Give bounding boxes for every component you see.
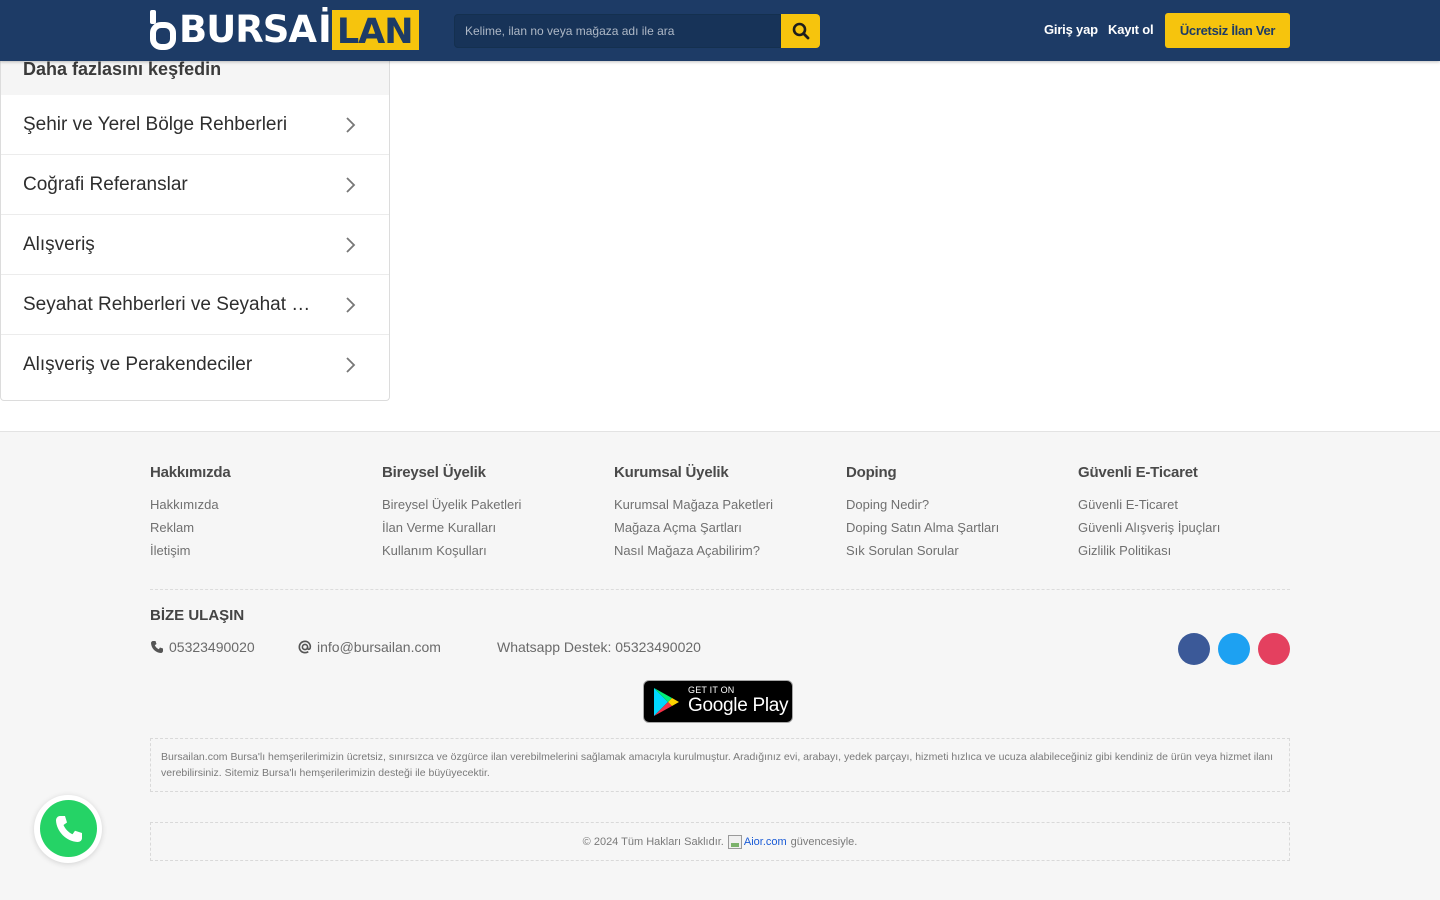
- google-play-badge[interactable]: GET IT ON Google Play: [643, 680, 793, 723]
- footer-link[interactable]: İletişim: [150, 539, 370, 562]
- footer-column-about: Hakkımızda Hakkımızda Reklam İletişim: [150, 464, 370, 562]
- chevron-right-icon: [346, 296, 356, 313]
- footer-link[interactable]: Güvenli E-Ticaret: [1078, 493, 1298, 516]
- register-link[interactable]: Kayıt ol: [1108, 22, 1154, 37]
- search-icon: [792, 22, 809, 40]
- panel-item-geo-references[interactable]: Coğrafi Referanslar: [1, 155, 389, 215]
- chevron-right-icon: [346, 357, 356, 373]
- broken-image-icon: [727, 834, 742, 849]
- whatsapp-float-button[interactable]: [34, 795, 102, 863]
- panel-item-travel-guides[interactable]: Seyahat Rehberleri ve Seyahat Günl...: [1, 275, 389, 335]
- whatsapp-phone-icon: [55, 815, 82, 842]
- panel-item-shopping[interactable]: Alışveriş: [1, 215, 389, 275]
- twitter-icon[interactable]: [1218, 633, 1250, 665]
- google-play-small-text: GET IT ON: [688, 685, 735, 695]
- phone-icon: [151, 641, 163, 653]
- footer-column-title: Bireysel Üyelik: [382, 464, 486, 481]
- chevron-right-icon: [346, 116, 356, 133]
- aior-alt-text: Aior.com: [743, 835, 787, 848]
- google-play-big-text: Google Play: [688, 695, 789, 716]
- contact-phone-text: 05323490020: [169, 639, 255, 655]
- login-link[interactable]: Giriş yap: [1044, 22, 1098, 37]
- footer-link[interactable]: İlan Verme Kuralları: [382, 516, 602, 539]
- panel-item-label: Alışveriş ve Perakendeciler: [23, 354, 253, 375]
- footer-link[interactable]: Doping Nedir?: [846, 493, 1066, 516]
- contact-email-text: info@bursailan.com: [317, 639, 441, 655]
- panel-item-retailers[interactable]: Alışveriş ve Perakendeciler: [1, 335, 389, 395]
- footer-column-corporate: Kurumsal Üyelik Kurumsal Mağaza Paketler…: [614, 464, 834, 562]
- panel-item-label: Seyahat Rehberleri ve Seyahat Günl...: [23, 293, 323, 315]
- discover-more-panel: Daha fazlasını keşfedin Şehir ve Yerel B…: [0, 55, 390, 401]
- site-header: BURSA İ LAN Giriş yap Kayıt ol Ücretsiz …: [0, 0, 1440, 61]
- footer-column-individual: Bireysel Üyelik Bireysel Üyelik Paketler…: [382, 464, 602, 562]
- contact-whatsapp[interactable]: Whatsapp Destek: 05323490020: [497, 639, 701, 655]
- contact-title: BİZE ULAŞIN: [150, 607, 245, 624]
- site-footer: Hakkımızda Hakkımızda Reklam İletişim Bi…: [0, 431, 1440, 900]
- logo-text-i: İ: [318, 8, 332, 51]
- footer-link[interactable]: Reklam: [150, 516, 370, 539]
- footer-link[interactable]: Sık Sorulan Sorular: [846, 539, 1066, 562]
- footer-column-title: Güvenli E-Ticaret: [1078, 464, 1198, 481]
- contact-phone[interactable]: 05323490020: [150, 639, 255, 655]
- footer-column-title: Doping: [846, 464, 897, 481]
- footer-link[interactable]: Kullanım Koşulları: [382, 539, 602, 562]
- instagram-icon[interactable]: [1258, 633, 1290, 665]
- copyright-text: © 2024 Tüm Hakları Saklıdır.: [582, 835, 724, 848]
- guvence-text: güvencesiyle.: [790, 835, 858, 848]
- chevron-right-icon: [346, 236, 356, 253]
- panel-item-label: Şehir ve Yerel Bölge Rehberleri: [23, 113, 288, 135]
- footer-divider: [150, 589, 1290, 590]
- about-text: Bursailan.com Bursa'lı hemşerilerimizin …: [150, 738, 1290, 792]
- post-free-ad-button[interactable]: Ücretsiz İlan Ver: [1165, 13, 1290, 48]
- search-bar: [454, 14, 820, 48]
- logo-b-mark-icon: [150, 10, 176, 50]
- panel-item-label: Alışveriş: [23, 233, 95, 255]
- footer-link[interactable]: Nasıl Mağaza Açabilirim?: [614, 539, 834, 562]
- facebook-icon[interactable]: [1178, 633, 1210, 665]
- footer-link[interactable]: Gizlilik Politikası: [1078, 539, 1298, 562]
- chevron-right-icon: [346, 176, 356, 193]
- footer-link[interactable]: Mağaza Açma Şartları: [614, 516, 834, 539]
- copyright-bar: © 2024 Tüm Hakları Saklıdır. Aior.com gü…: [150, 822, 1290, 861]
- footer-link[interactable]: Kurumsal Mağaza Paketleri: [614, 493, 834, 516]
- footer-link[interactable]: Güvenli Alışveriş İpuçları: [1078, 516, 1298, 539]
- at-sign-icon: [298, 640, 312, 654]
- site-logo[interactable]: BURSA İ LAN: [150, 8, 419, 52]
- footer-link[interactable]: Bireysel Üyelik Paketleri: [382, 493, 602, 516]
- panel-title: Daha fazlasını keşfedin: [1, 55, 389, 95]
- panel-item-city-guides[interactable]: Şehir ve Yerel Bölge Rehberleri: [1, 95, 389, 155]
- footer-link[interactable]: Hakkımızda: [150, 493, 370, 516]
- search-button[interactable]: [781, 14, 820, 48]
- aior-link[interactable]: Aior.com: [727, 834, 787, 849]
- footer-column-title: Kurumsal Üyelik: [614, 464, 729, 481]
- google-play-icon: [654, 688, 679, 716]
- logo-text-lan: LAN: [331, 10, 419, 52]
- panel-item-label: Coğrafi Referanslar: [23, 173, 188, 195]
- footer-column-doping: Doping Doping Nedir? Doping Satın Alma Ş…: [846, 464, 1066, 562]
- footer-column-secure-commerce: Güvenli E-Ticaret Güvenli E-Ticaret Güve…: [1078, 464, 1298, 562]
- footer-column-title: Hakkımızda: [150, 464, 231, 481]
- contact-whatsapp-text: Whatsapp Destek: 05323490020: [497, 639, 701, 655]
- footer-link[interactable]: Doping Satın Alma Şartları: [846, 516, 1066, 539]
- logo-text-bursa: BURSA: [179, 8, 317, 51]
- contact-email[interactable]: info@bursailan.com: [298, 639, 441, 655]
- search-input[interactable]: [454, 14, 781, 48]
